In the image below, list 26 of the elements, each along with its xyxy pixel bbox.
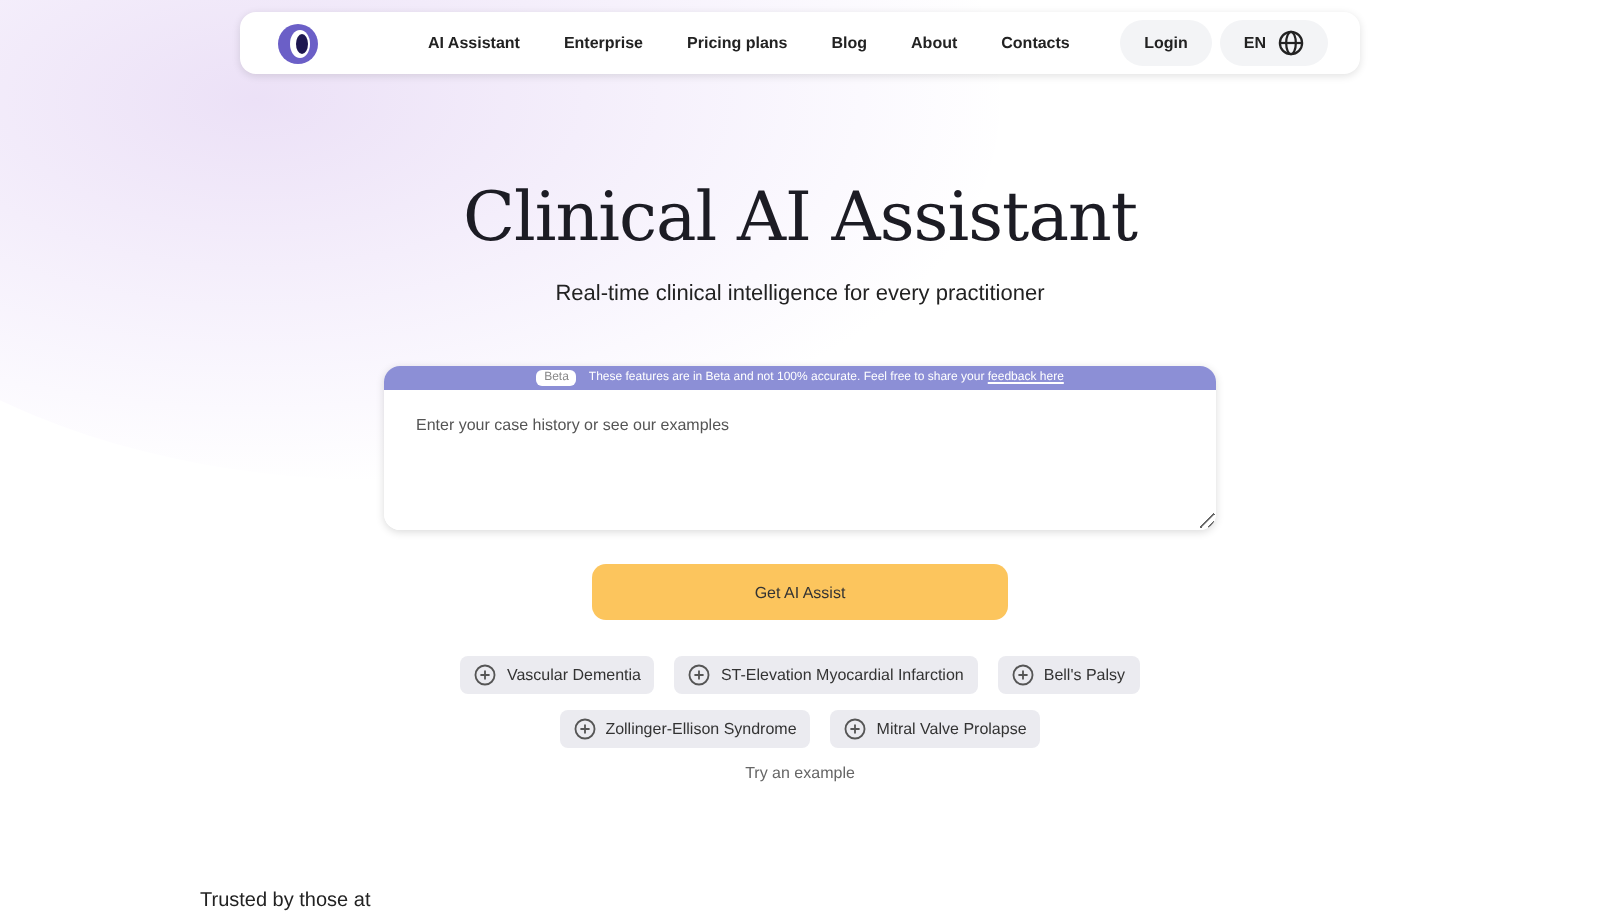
example-chip[interactable]: Bell's Palsy [997,656,1140,694]
logo-icon[interactable] [276,21,320,65]
nav-link[interactable]: Blog [831,34,868,52]
login-button[interactable]: Login [1120,20,1212,66]
examples-caption: Try an example [745,764,855,782]
example-chip[interactable]: Zollinger-Ellison Syndrome [559,710,811,748]
nav-link[interactable]: About [911,34,958,52]
example-chip[interactable]: Vascular Dementia [460,656,655,694]
trusted-heading: Trusted by those at [200,890,371,912]
plus-circle-icon [1011,664,1034,686]
globe-icon [1278,30,1304,56]
subtitle: Real-time clinical intelligence for every practitioner [555,282,1045,306]
plus-circle-icon [573,718,596,740]
nav-link[interactable]: Enterprise [563,34,644,52]
example-chip[interactable]: ST-Elevation Myocardial Infarction [674,656,978,694]
page-title: Clinical AI Assistant [462,178,1138,258]
case-history-field[interactable]: Enter your case history or see our examples [384,390,1216,530]
plus-circle-icon [474,664,497,686]
example-chip[interactable]: Mitral Valve Prolapse [830,710,1041,748]
get-assist-button[interactable]: Get AI Assist [592,564,1008,620]
nav-link[interactable]: Pricing plans [687,34,788,52]
plus-circle-icon [844,718,867,740]
plus-circle-icon [688,664,711,686]
nav-link[interactable]: AI Assistant [428,34,520,52]
language-button[interactable]: EN [1219,20,1328,66]
nav-link[interactable]: Contacts [1001,34,1070,52]
